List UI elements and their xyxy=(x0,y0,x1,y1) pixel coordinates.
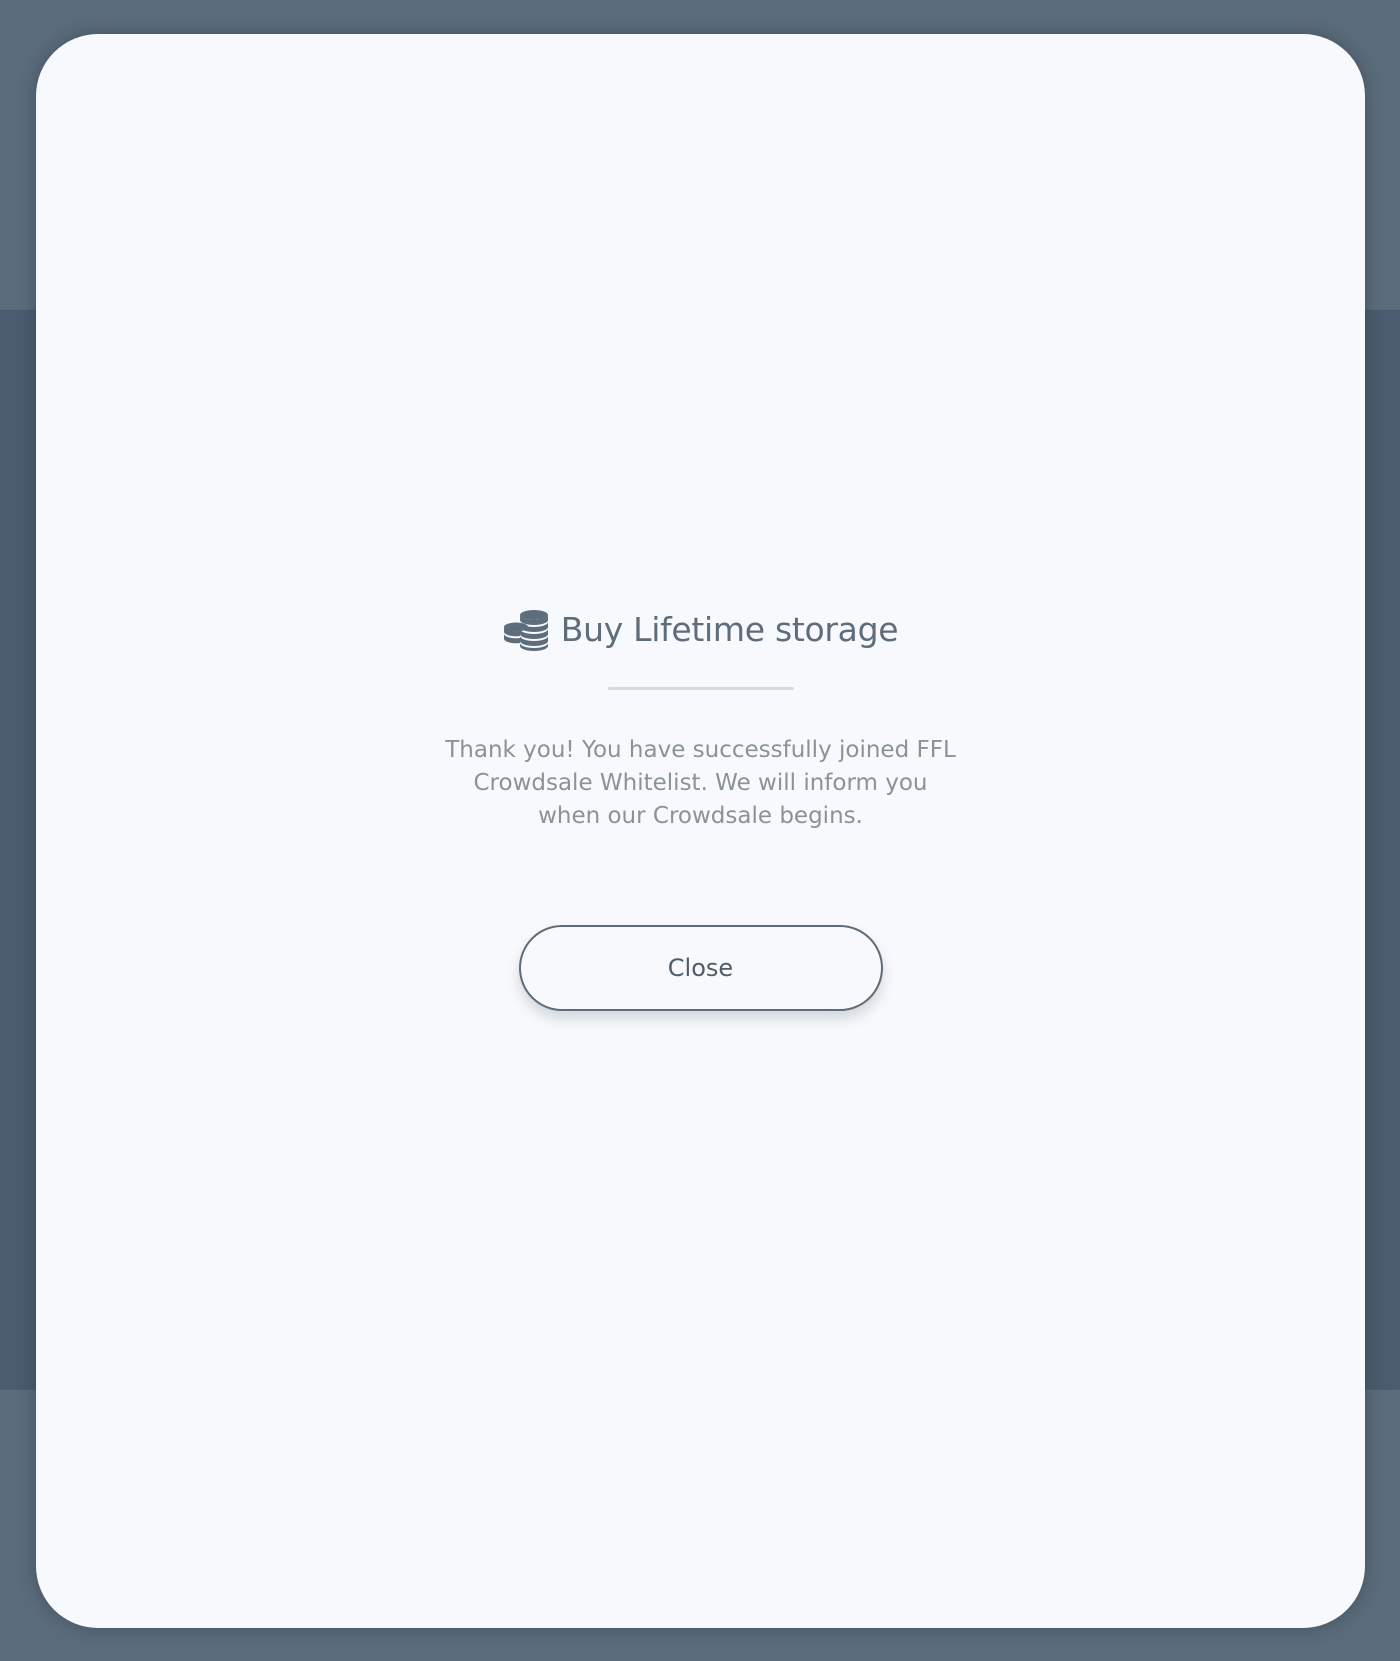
modal-header: Buy Lifetime storage xyxy=(503,599,899,659)
confirmation-message: Thank you! You have successfully joined … xyxy=(445,737,956,829)
modal-title: Buy Lifetime storage xyxy=(560,609,899,649)
modal-content: Buy Lifetime storage Thank you! You have… xyxy=(36,599,1365,1011)
close-button[interactable]: Close xyxy=(518,925,883,1011)
close-button-label: Close xyxy=(667,954,734,982)
title-divider xyxy=(607,687,794,690)
coins-stack-icon xyxy=(503,607,551,651)
whitelist-success-modal: Buy Lifetime storage Thank you! You have… xyxy=(36,34,1365,1628)
